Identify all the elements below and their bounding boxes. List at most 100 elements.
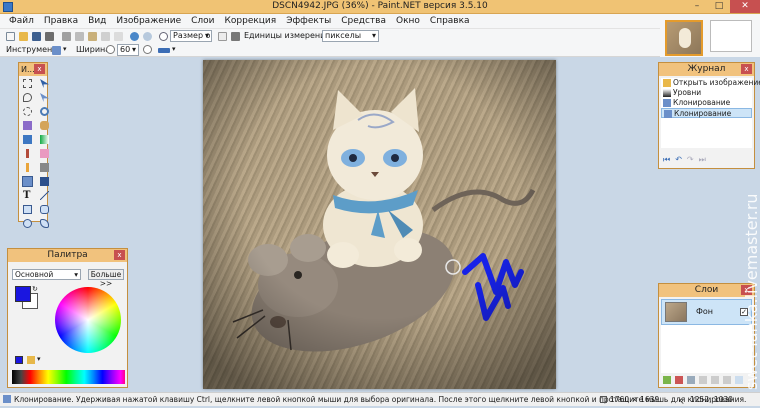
undo-icon-history[interactable]: ↶ [675,155,682,165]
rounded-rectangle-icon[interactable] [40,205,49,214]
width-select[interactable]: 60 [117,44,139,56]
menu-help[interactable]: Справка [425,14,475,28]
close-button[interactable]: ✕ [730,0,760,13]
palette-mode-select[interactable]: Основной ▾ [12,269,81,280]
increase-width-icon[interactable] [143,45,152,54]
history-item-selected[interactable]: Клонирование [661,108,752,118]
menu-view[interactable]: Вид [83,14,111,28]
fast-forward-icon[interactable]: ⏭ [699,155,706,165]
new-icon[interactable] [6,32,15,41]
lasso-icon[interactable] [23,93,32,102]
tools-panel-close-button[interactable]: x [34,64,45,74]
history-item-label: Клонирование [673,98,731,107]
zoom-icon-tool[interactable] [40,107,49,116]
move-layer-up-icon[interactable] [711,376,719,384]
menu-effects[interactable]: Эффекты [281,14,336,28]
palette-menu-icon[interactable] [27,356,35,364]
paint-bucket-icon[interactable] [23,135,32,144]
palette-swatches[interactable] [12,370,125,384]
crop-icon[interactable] [101,32,110,41]
primary-color-mini-icon[interactable] [15,356,23,364]
menu-bar: Файл Правка Вид Изображение Слои Коррекц… [0,14,760,28]
paintbrush-icon[interactable] [26,149,29,158]
redo-icon[interactable] [143,32,152,41]
clone-stamp-icon [663,99,671,107]
menu-window[interactable]: Окно [391,14,425,28]
move-layer-down-icon[interactable] [723,376,731,384]
delete-layer-icon[interactable] [675,376,683,384]
menu-image[interactable]: Изображение [111,14,186,28]
menu-adjustments[interactable]: Коррекция [220,14,282,28]
primary-color-swatch[interactable] [15,286,31,302]
line-icon[interactable] [40,191,49,200]
palette-title: Палитра [47,250,88,260]
redo-icon-history[interactable]: ↷ [687,155,694,165]
freeform-shape-icon[interactable] [40,219,49,228]
menu-layers[interactable]: Слои [186,14,219,28]
paste-icon[interactable] [88,32,97,41]
duplicate-layer-icon[interactable] [687,376,695,384]
decrease-width-icon[interactable] [106,45,115,54]
antialiasing-icon[interactable] [158,48,170,53]
text-icon[interactable]: T [23,191,32,201]
menu-file[interactable]: Файл [4,14,39,28]
ellipse-select-icon[interactable] [23,107,32,116]
zoom-select[interactable]: Размер ок [170,30,212,42]
gradient-icon[interactable] [40,135,49,144]
clone-stamp-icon[interactable] [22,176,33,187]
image-thumbnail[interactable] [665,20,703,56]
zoom-fit-icon[interactable] [218,32,227,41]
rewind-icon[interactable]: ⏮ [663,155,670,165]
open-icon[interactable] [19,32,28,41]
history-item[interactable]: Клонирование [661,98,752,108]
swap-colors-icon[interactable]: ↻ [32,285,38,293]
color-wheel[interactable] [55,287,121,353]
magic-wand-icon[interactable] [23,121,32,130]
image-canvas[interactable] [203,60,556,389]
history-item[interactable]: Уровни [661,88,752,98]
recolor-icon[interactable] [40,177,49,186]
palette-close-button[interactable]: x [114,250,125,260]
merge-layer-down-icon[interactable] [699,376,707,384]
ellipse-icon[interactable] [23,219,32,228]
move-icon[interactable] [40,79,49,88]
history-close-button[interactable]: x [741,64,752,74]
save-icon[interactable] [32,32,41,41]
cut-icon[interactable] [62,32,71,41]
print-icon[interactable] [45,32,54,41]
undo-icon[interactable] [130,32,139,41]
more-colors-button[interactable]: Больше >> [88,269,124,288]
window-title: DSCN4942.JPG (36%) - Paint.NET версия 3.… [272,1,488,11]
units-select[interactable]: пикселы [322,30,379,42]
chevron-down-icon[interactable]: ▾ [63,45,67,53]
pencil-icon[interactable] [26,163,29,172]
rectangle-icon[interactable] [23,205,32,214]
chevron-down-icon-4[interactable]: ▾ [37,355,41,363]
clone-stamp-tool-icon[interactable] [52,46,61,55]
eraser-icon[interactable] [40,149,49,158]
photo-content [203,60,556,389]
history-item[interactable]: Открыть изображение [661,78,760,88]
zoom-icon[interactable] [159,32,168,41]
clone-stamp-status-icon [3,395,11,403]
menu-edit[interactable]: Правка [39,14,83,28]
rectangle-select-icon[interactable] [23,79,32,88]
palette-mode-value: Основной [15,270,54,279]
layers-header: Слои x [659,284,754,297]
grid-icon[interactable] [231,32,240,41]
minimize-button[interactable]: – [686,0,708,13]
layer-row[interactable]: Фон ✓ [661,299,752,325]
move-selection-icon[interactable] [40,93,49,102]
layer-name: Фон [696,307,714,316]
maximize-button[interactable]: □ [708,0,730,13]
menu-utilities[interactable]: Средства [336,14,391,28]
deselect-icon[interactable] [114,32,123,41]
copy-icon[interactable] [75,32,84,41]
history-title: Журнал [687,64,726,74]
add-layer-icon[interactable] [663,376,671,384]
blank-image-thumbnail[interactable] [710,20,752,52]
pan-icon[interactable] [40,121,49,130]
color-picker-icon[interactable] [40,163,49,172]
history-item-label: Клонирование [674,109,732,118]
chevron-down-icon-2[interactable]: ▾ [172,45,176,53]
